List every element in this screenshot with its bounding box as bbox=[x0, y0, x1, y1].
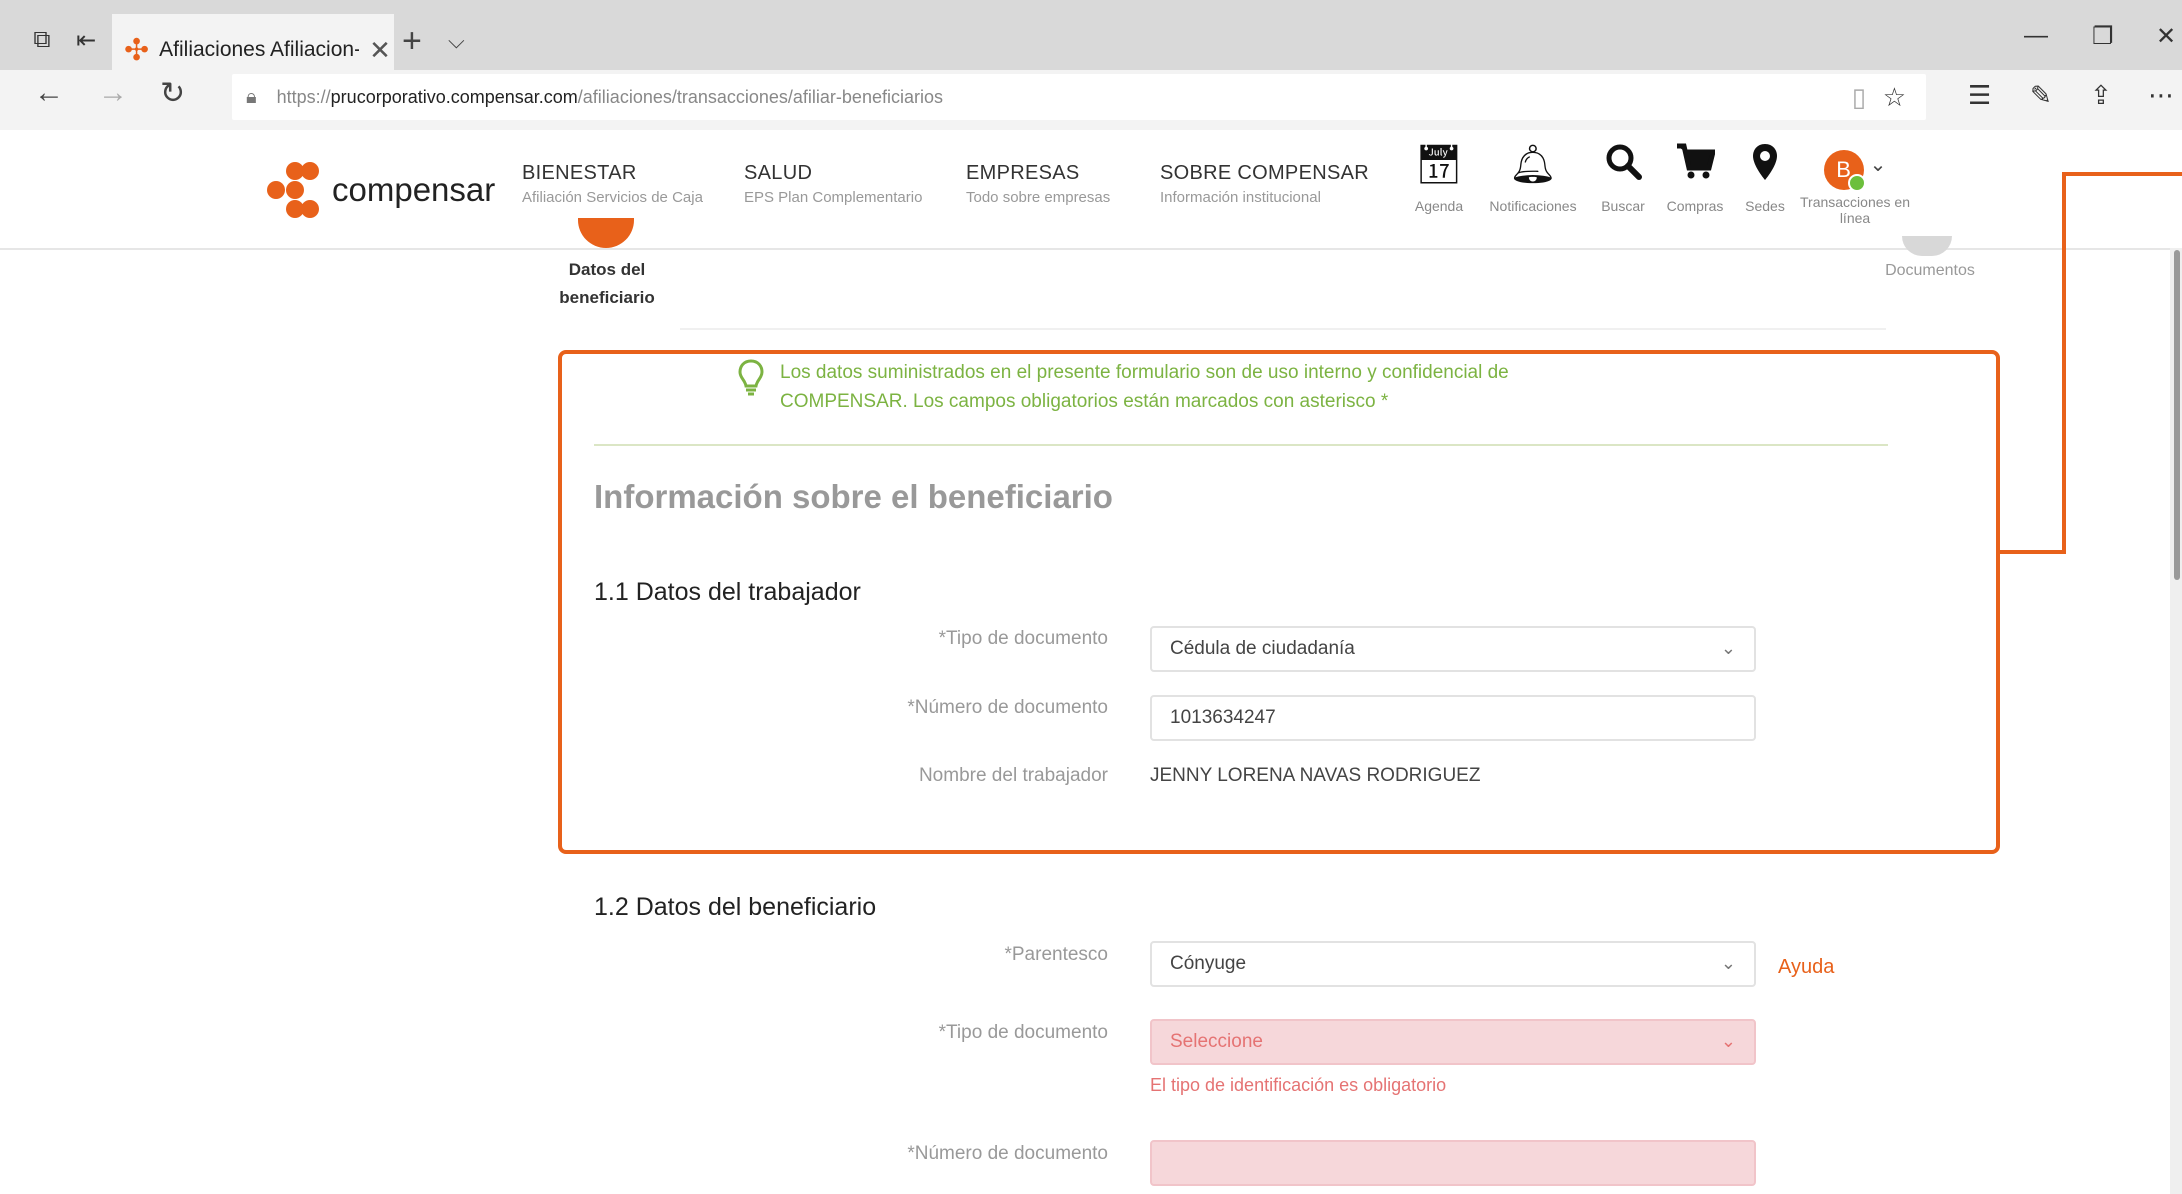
location-pin-icon bbox=[1720, 142, 1810, 188]
agenda-button[interactable]: 📅︎ Agenda bbox=[1394, 142, 1484, 214]
tab-list-chevron-icon[interactable]: ⌵ bbox=[448, 28, 465, 54]
nav-bienestar[interactable]: BIENESTAR Afiliación Servicios de Caja bbox=[522, 162, 703, 206]
step-label-last: Documentos bbox=[1885, 262, 1975, 279]
logo-text: compensar bbox=[332, 171, 496, 208]
nav-salud[interactable]: SALUD EPS Plan Complementario bbox=[744, 162, 922, 206]
compensar-logo-icon bbox=[267, 162, 319, 218]
tab-close-icon[interactable]: ✕ bbox=[369, 35, 391, 66]
worker-doc-number-label: *Número de documento bbox=[907, 697, 1108, 718]
url-field[interactable]: 🔒︎ https://prucorporativo.compensar.com/… bbox=[232, 74, 1926, 120]
beneficiary-section-title: 1.2 Datos del beneficiario bbox=[594, 893, 877, 921]
bell-icon: 🔔︎ bbox=[1508, 144, 1558, 186]
back-arrow-icon[interactable]: ← bbox=[34, 76, 64, 110]
worker-name-label: Nombre del trabajador bbox=[918, 765, 1108, 786]
sedes-button[interactable]: Sedes bbox=[1720, 142, 1810, 214]
beneficiary-doc-type-label: *Tipo de documento bbox=[938, 1022, 1108, 1043]
tab-actions-icon[interactable]: ⧉ bbox=[22, 20, 62, 60]
pen-icon[interactable]: ✎ bbox=[2030, 80, 2052, 111]
annotation-connector bbox=[2000, 550, 2066, 554]
worker-section-title: 1.1 Datos del trabajador bbox=[594, 578, 861, 606]
nav-sobre-compensar[interactable]: SOBRE COMPENSAR Información instituciona… bbox=[1160, 162, 1369, 206]
relationship-select[interactable]: Cónyuge ⌄ bbox=[1150, 941, 1756, 987]
annotation-connector bbox=[2062, 172, 2066, 554]
step-indicator-last bbox=[1902, 236, 1952, 256]
transacciones-button[interactable]: B ⌄ Transacciones en línea bbox=[1800, 142, 1910, 226]
set-aside-tabs-icon[interactable]: ⇤ bbox=[66, 20, 106, 60]
forward-arrow-icon[interactable]: → bbox=[98, 76, 128, 110]
online-status-dot bbox=[1847, 174, 1866, 192]
favorite-star-icon[interactable]: ☆ bbox=[1883, 82, 1906, 113]
reading-view-icon[interactable]: ▯ bbox=[1852, 82, 1866, 113]
step-label-current: Datos del beneficiario bbox=[559, 260, 655, 307]
stepper-divider bbox=[680, 328, 1886, 330]
compensar-logo[interactable]: compensar bbox=[266, 160, 495, 220]
close-window-icon[interactable]: ✕ bbox=[2156, 22, 2176, 51]
chevron-down-icon: ⌄ bbox=[1720, 1031, 1736, 1051]
nav-empresas[interactable]: EMPRESAS Todo sobre empresas bbox=[966, 162, 1110, 206]
info-notice: Los datos suministrados en el presente f… bbox=[736, 358, 1600, 416]
worker-doc-type-label: *Tipo de documento bbox=[938, 628, 1108, 649]
worker-name-value: JENNY LORENA NAVAS RODRIGUEZ bbox=[1150, 765, 1481, 786]
new-tab-button[interactable]: + bbox=[402, 22, 422, 61]
site-header: compensar BIENESTAR Afiliación Servicios… bbox=[0, 130, 2182, 250]
minimize-icon[interactable]: — bbox=[2024, 22, 2048, 50]
refresh-icon[interactable]: ↻ bbox=[160, 76, 185, 111]
page-title: Información sobre el beneficiario bbox=[594, 478, 1113, 515]
share-icon[interactable]: ⇪ bbox=[2090, 80, 2112, 111]
page-scrollbar-thumb[interactable] bbox=[2174, 250, 2180, 580]
worker-doc-type-select[interactable]: Cédula de ciudadanía ⌄ bbox=[1150, 626, 1756, 672]
compensar-favicon-icon: ✣ bbox=[124, 33, 150, 67]
chevron-down-icon: ⌄ bbox=[1720, 953, 1736, 973]
lightbulb-icon bbox=[736, 358, 766, 416]
help-link[interactable]: Ayuda bbox=[1778, 956, 1834, 979]
beneficiary-doc-type-select[interactable]: Seleccione ⌄ bbox=[1150, 1019, 1756, 1065]
beneficiary-doc-number-input[interactable] bbox=[1150, 1140, 1756, 1186]
url-text: https://prucorporativo.compensar.com/afi… bbox=[276, 86, 943, 107]
more-menu-icon[interactable]: ⋯ bbox=[2148, 80, 2174, 111]
calendar-icon: 📅︎ bbox=[1414, 144, 1464, 186]
worker-doc-number-input[interactable]: 1013634247 bbox=[1150, 695, 1756, 741]
relationship-label: *Parentesco bbox=[1004, 944, 1108, 965]
notificaciones-button[interactable]: 🔔︎ Notificaciones bbox=[1488, 142, 1578, 214]
notice-divider bbox=[594, 444, 1888, 446]
notice-text: Los datos suministrados en el presente f… bbox=[780, 362, 1509, 412]
restore-icon[interactable]: ❐ bbox=[2092, 22, 2114, 51]
annotation-connector bbox=[2062, 172, 2182, 176]
lock-icon: 🔒︎ bbox=[246, 85, 257, 108]
doc-type-error-message: El tipo de identificación es obligatorio bbox=[1150, 1075, 1447, 1095]
favorites-list-icon[interactable]: ☰ bbox=[1968, 80, 1991, 111]
beneficiary-doc-number-label: *Número de documento bbox=[907, 1143, 1108, 1164]
chevron-down-icon[interactable]: ⌄ bbox=[1870, 154, 1887, 176]
tab-title: Afiliaciones Afiliacion-b bbox=[159, 38, 360, 61]
user-avatar: B ⌄ bbox=[1800, 142, 1910, 192]
chevron-down-icon: ⌄ bbox=[1720, 638, 1736, 658]
